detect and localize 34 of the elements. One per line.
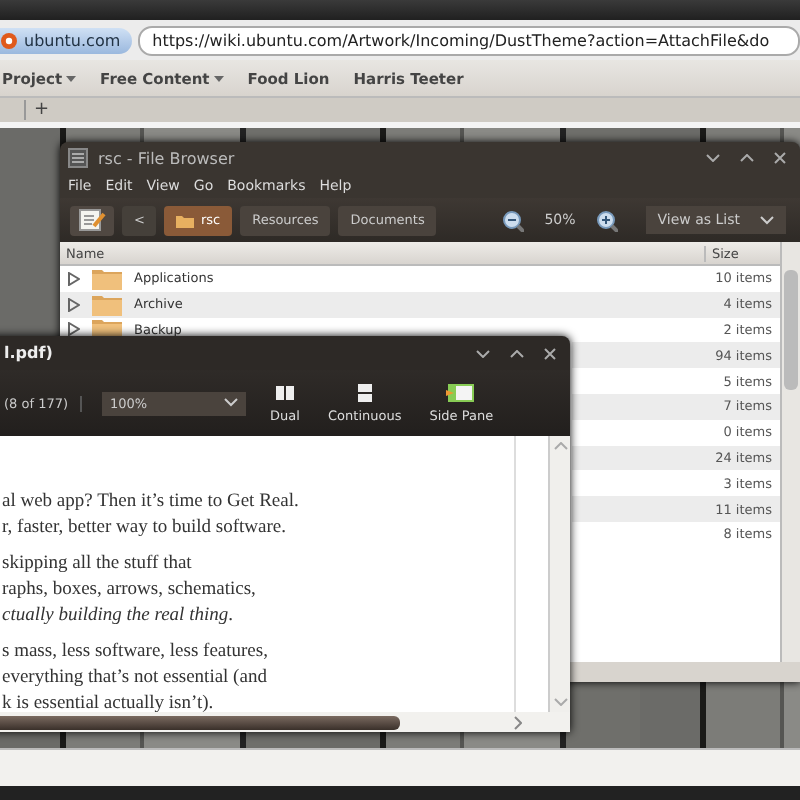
folder-icon [92, 293, 122, 316]
folder-icon [92, 267, 122, 290]
note-pencil-icon [78, 208, 106, 232]
window-title: l.pdf) [4, 344, 53, 362]
horizontal-scrollbar[interactable] [0, 712, 570, 732]
maximize-icon [510, 349, 524, 357]
minimize-icon [706, 154, 720, 162]
scroll-thumb[interactable] [784, 270, 798, 390]
paragraph: skipping all the stuff that raphs, boxes, arrows, schematics, ctually building the real thing. [2, 552, 258, 630]
window-title: rsc - File Browser [98, 149, 235, 167]
vertical-scrollbar[interactable] [780, 242, 800, 662]
window-menu-icon [68, 148, 88, 168]
scroll-right-icon [514, 715, 522, 729]
paragraph: al web app? Then it’s time to Get Real. r, faster, better way to build software. [2, 490, 301, 542]
new-tab-button[interactable]: + [24, 100, 50, 120]
minimize-icon [476, 349, 490, 357]
site-icon [0, 31, 18, 49]
scroll-thumb[interactable] [0, 715, 400, 729]
edit-location-button[interactable] [70, 205, 114, 235]
close-icon [544, 347, 556, 359]
site-identity-button[interactable]: ubuntu.com [0, 27, 133, 53]
scroll-down-icon [553, 698, 567, 706]
chevron-down-icon [224, 398, 239, 408]
zoom-in-icon [595, 209, 618, 231]
zoom-out-icon [502, 209, 525, 231]
close-icon [774, 152, 786, 164]
vertical-scrollbar[interactable] [548, 436, 570, 712]
scroll-up-icon [553, 442, 567, 450]
paragraph: s mass, less software, less features, everything that’s not essential (and k is essential actually isn’t). [2, 640, 270, 712]
folder-icon [176, 213, 195, 227]
maximize-icon [740, 154, 754, 162]
url-field[interactable]: https://wiki.ubuntu.com/Artwork/Incoming/DustTheme?action=AttachFile&do [138, 25, 800, 55]
chevron-down-icon [760, 215, 774, 225]
side-pane-icon [446, 383, 477, 401]
